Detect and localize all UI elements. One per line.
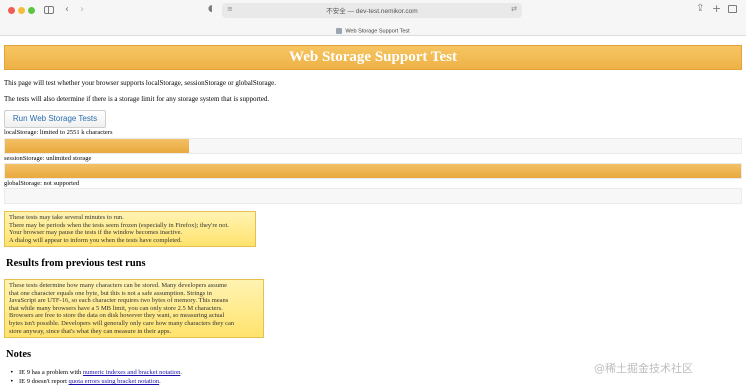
note-prefix: IE 9 has a problem with xyxy=(19,369,83,376)
back-arrow-icon[interactable]: ‹ xyxy=(65,5,69,15)
results-line: These tests determine how many character… xyxy=(9,282,228,289)
results-line: JavaScript are UTF-16, so each character… xyxy=(9,297,229,305)
results-line: Browsers are free to store the data on d… xyxy=(9,312,225,320)
notes-heading: Notes xyxy=(6,349,32,360)
tab-active[interactable]: Web Storage Support Test xyxy=(0,22,746,36)
global-storage-progress xyxy=(4,188,742,204)
page-title: Web Storage Support Test xyxy=(289,49,457,65)
warning-box: These tests may take several minutes to … xyxy=(4,211,256,248)
results-line: that while many browsers have a 5 MB lim… xyxy=(9,304,223,312)
sidebar-toggle-icon[interactable] xyxy=(44,6,54,14)
session-storage-progress xyxy=(4,163,742,179)
intro-text-2: The tests will also determine if there i… xyxy=(4,95,270,103)
address-bar[interactable]: ≡ 不安全 — dev-test.nemikor.com ⇄ xyxy=(222,3,522,18)
tab-overview-icon[interactable] xyxy=(728,5,737,13)
new-tab-plus-icon[interactable]: + xyxy=(712,3,721,14)
session-storage-progress-fill xyxy=(5,164,741,178)
maximize-window-button[interactable] xyxy=(28,7,35,14)
numeric-indexes-link[interactable]: numeric indexes and bracket notation xyxy=(83,369,180,376)
results-heading: Results from previous test runs xyxy=(6,258,146,269)
global-storage-label: globalStorage: not supported xyxy=(4,180,80,187)
run-tests-button[interactable]: Run Web Storage Tests xyxy=(4,110,106,128)
warning-line: There may be periods when the tests seem… xyxy=(9,221,229,229)
privacy-shield-icon[interactable]: ◖ xyxy=(208,4,213,14)
results-line: store anyway, since that's what they can… xyxy=(9,327,172,335)
local-storage-progress-fill xyxy=(5,139,189,153)
favicon-icon xyxy=(336,28,343,35)
watermark-text: @稀土掘金技术社区 xyxy=(594,362,693,375)
quota-errors-link[interactable]: quota errors using bracket notation xyxy=(69,378,160,385)
list-item: IE 9 doesn't report quota errors using b… xyxy=(10,377,182,386)
note-suffix: . xyxy=(159,378,161,385)
notes-list: IE 9 has a problem with numeric indexes … xyxy=(10,368,182,386)
close-window-button[interactable] xyxy=(8,7,15,14)
page-header: Web Storage Support Test xyxy=(4,45,742,70)
warning-line: A dialog will appear to inform you when … xyxy=(9,236,182,244)
forward-arrow-icon[interactable]: › xyxy=(80,5,84,15)
address-text: 不安全 — dev-test.nemikor.com xyxy=(326,8,418,15)
list-item: IE 9 has a problem with numeric indexes … xyxy=(10,368,182,377)
note-prefix: IE 9 doesn't report xyxy=(19,378,69,385)
browser-toolbar: ‹ › ◖ ≡ 不安全 — dev-test.nemikor.com ⇄ ⇪ +… xyxy=(0,0,746,36)
results-line: that one character equals one byte, but … xyxy=(9,289,212,297)
translate-icon[interactable]: ⇄ xyxy=(511,5,517,13)
results-info-box: These tests determine how many character… xyxy=(4,279,264,339)
minimize-window-button[interactable] xyxy=(18,7,25,14)
warning-line: These tests may take several minutes to … xyxy=(9,214,124,221)
local-storage-label: localStorage: limited to 2551 k characte… xyxy=(4,129,113,136)
note-suffix: . xyxy=(180,369,182,376)
warning-line: Your browser may pause the tests if the … xyxy=(9,229,183,237)
intro-text-1: This page will test whether your browser… xyxy=(4,79,276,87)
local-storage-progress xyxy=(4,138,742,154)
results-line: bytes isn't possible. Developers will ge… xyxy=(9,319,235,327)
share-icon[interactable]: ⇪ xyxy=(696,4,704,14)
tab-title: Web Storage Support Test xyxy=(345,28,410,35)
session-storage-label: sessionStorage: unlimited storage xyxy=(4,155,92,162)
